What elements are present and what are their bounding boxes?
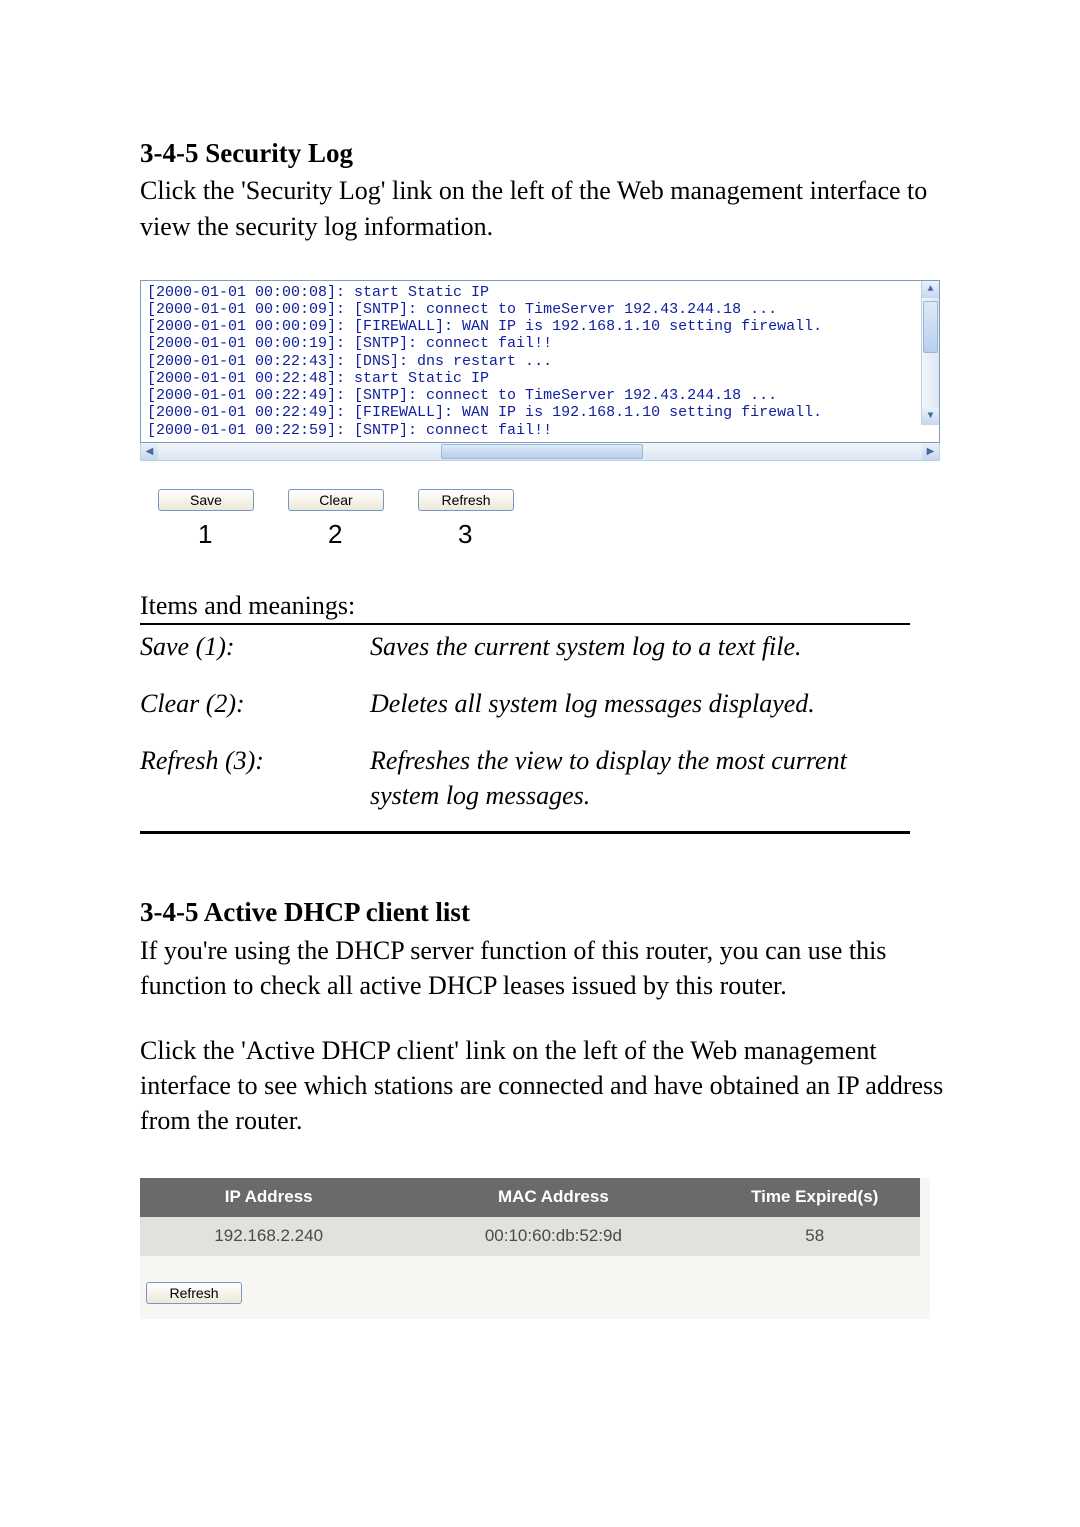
section-security-intro: Click the 'Security Log' link on the lef… bbox=[140, 173, 950, 243]
dhcp-col-mac: MAC Address bbox=[397, 1178, 709, 1217]
items-and-meanings-heading: Items and meanings: bbox=[140, 588, 950, 623]
log-line: [2000-01-01 00:22:43]: [DNS]: dns restar… bbox=[147, 353, 921, 370]
item-desc: Refreshes the view to display the most c… bbox=[370, 739, 910, 833]
horizontal-scrollbar[interactable]: ◀ ▶ bbox=[140, 443, 940, 461]
items-table: Save (1): Saves the current system log t… bbox=[140, 623, 910, 834]
label-1: 1 bbox=[198, 517, 328, 552]
scroll-down-icon[interactable]: ▼ bbox=[922, 408, 939, 425]
item-desc: Saves the current system log to a text f… bbox=[370, 624, 910, 682]
label-3: 3 bbox=[458, 517, 472, 552]
log-line: [2000-01-01 00:22:48]: start Static IP bbox=[147, 370, 921, 387]
dhcp-col-ip: IP Address bbox=[140, 1178, 397, 1217]
scroll-thumb[interactable] bbox=[441, 444, 643, 459]
log-line: [2000-01-01 00:00:09]: [FIREWALL]: WAN I… bbox=[147, 318, 921, 335]
dhcp-cell-ip: 192.168.2.240 bbox=[140, 1217, 397, 1256]
item-desc: Deletes all system log messages displaye… bbox=[370, 682, 910, 739]
vertical-scrollbar[interactable]: ▲ ▼ bbox=[921, 281, 939, 425]
scroll-left-icon[interactable]: ◀ bbox=[141, 443, 158, 460]
item-term: Refresh (3): bbox=[140, 739, 370, 833]
dhcp-cell-exp: 58 bbox=[709, 1217, 920, 1256]
dhcp-cell-mac: 00:10:60:db:52:9d bbox=[397, 1217, 709, 1256]
dhcp-intro-1: If you're using the DHCP server function… bbox=[140, 933, 950, 1003]
dhcp-row: 192.168.2.240 00:10:60:db:52:9d 58 bbox=[140, 1217, 920, 1256]
save-button[interactable]: Save bbox=[158, 489, 254, 511]
dhcp-col-exp: Time Expired(s) bbox=[709, 1178, 920, 1217]
button-number-labels: 1 2 3 bbox=[140, 517, 940, 552]
log-line: [2000-01-01 00:22:59]: [SNTP]: connect f… bbox=[147, 422, 921, 439]
log-line: [2000-01-01 00:00:08]: start Static IP bbox=[147, 284, 921, 301]
label-2: 2 bbox=[328, 517, 458, 552]
log-line: [2000-01-01 00:22:49]: [FIREWALL]: WAN I… bbox=[147, 404, 921, 421]
scroll-right-icon[interactable]: ▶ bbox=[922, 443, 939, 460]
refresh-button[interactable]: Refresh bbox=[418, 489, 514, 511]
dhcp-intro-2: Click the 'Active DHCP client' link on t… bbox=[140, 1033, 950, 1138]
item-term: Clear (2): bbox=[140, 682, 370, 739]
scroll-up-icon[interactable]: ▲ bbox=[922, 281, 939, 298]
scroll-thumb[interactable] bbox=[923, 301, 938, 353]
log-line: [2000-01-01 00:22:49]: [SNTP]: connect t… bbox=[147, 387, 921, 404]
section-security-heading: 3-4-5 Security Log bbox=[140, 135, 950, 171]
security-log-screenshot: [2000-01-01 00:00:08]: start Static IP [… bbox=[140, 280, 940, 552]
clear-button[interactable]: Clear bbox=[288, 489, 384, 511]
log-line: [2000-01-01 00:00:19]: [SNTP]: connect f… bbox=[147, 335, 921, 352]
dhcp-refresh-button[interactable]: Refresh bbox=[146, 1282, 242, 1304]
dhcp-client-screenshot: IP Address MAC Address Time Expired(s) 1… bbox=[140, 1178, 930, 1319]
dhcp-table: IP Address MAC Address Time Expired(s) 1… bbox=[140, 1178, 920, 1256]
log-line: [2000-01-01 00:00:09]: [SNTP]: connect t… bbox=[147, 301, 921, 318]
item-term: Save (1): bbox=[140, 624, 370, 682]
security-log-textarea[interactable]: [2000-01-01 00:00:08]: start Static IP [… bbox=[140, 280, 940, 443]
section-dhcp-heading: 3-4-5 Active DHCP client list bbox=[140, 894, 950, 930]
